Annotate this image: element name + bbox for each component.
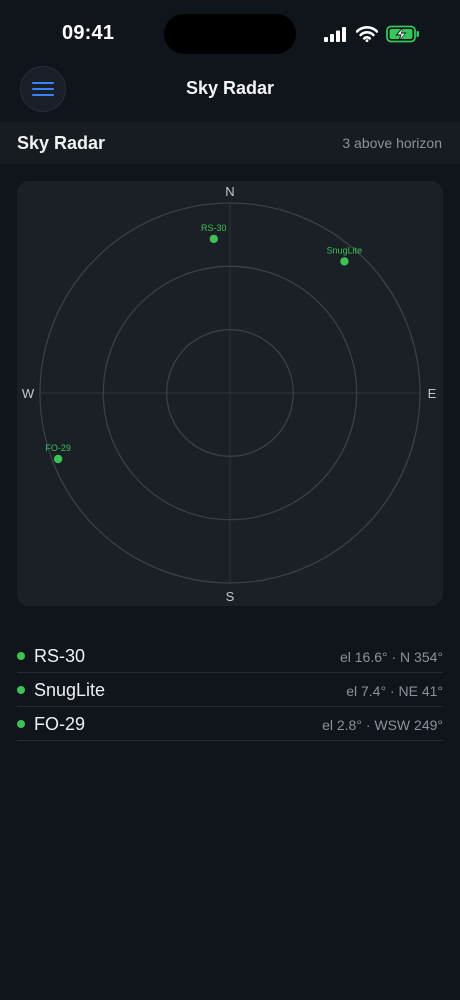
radar-card [17, 181, 443, 606]
status-bar: 09:41 [0, 0, 460, 66]
status-dot [17, 652, 25, 660]
satellite-label: SnugLite [327, 245, 363, 255]
satellite-detail: el 16.6° · N 354° [339, 649, 443, 665]
dynamic-island [164, 14, 296, 54]
satellite-list: RS-30 el 16.6° · N 354° SnugLite el 7.4°… [17, 639, 443, 741]
satellite-list-item[interactable]: SnugLite el 7.4° · NE 41° [17, 673, 443, 707]
satellite-detail: el 7.4° · NE 41° [346, 683, 443, 699]
satellite-label: FO-29 [45, 443, 71, 453]
satellite-dot[interactable] [53, 454, 63, 464]
status-icons [324, 24, 420, 44]
top-nav: Sky Radar [0, 64, 460, 116]
above-horizon-count: 3 above horizon [342, 135, 442, 151]
satellite-list-item[interactable]: RS-30 el 16.6° · N 354° [17, 639, 443, 673]
wifi-icon [356, 26, 378, 42]
status-dot [17, 720, 25, 728]
satellite-name: RS-30 [34, 646, 86, 666]
status-time: 09:41 [62, 22, 115, 44]
satellite-name: FO-29 [34, 714, 86, 734]
satellite-label: RS-30 [201, 223, 227, 233]
satellite-dot[interactable] [340, 257, 349, 266]
nav-title: Sky Radar [185, 78, 275, 98]
satellite-list-item[interactable]: FO-29 el 2.8° · WSW 249° [17, 707, 443, 741]
section-title: Sky Radar [17, 133, 106, 153]
cellular-signal-icon [324, 27, 346, 42]
satellite-name: SnugLite [34, 680, 106, 700]
satellite-dot[interactable] [209, 234, 218, 244]
satellite-detail: el 2.8° · WSW 249° [322, 717, 443, 733]
sky-radar-screen: { "status_bar": { "time": "09:41", "sign… [0, 0, 460, 1000]
section-header: Sky Radar 3 above horizon [0, 122, 460, 164]
status-dot [17, 686, 25, 694]
battery-charging-icon [386, 25, 419, 43]
